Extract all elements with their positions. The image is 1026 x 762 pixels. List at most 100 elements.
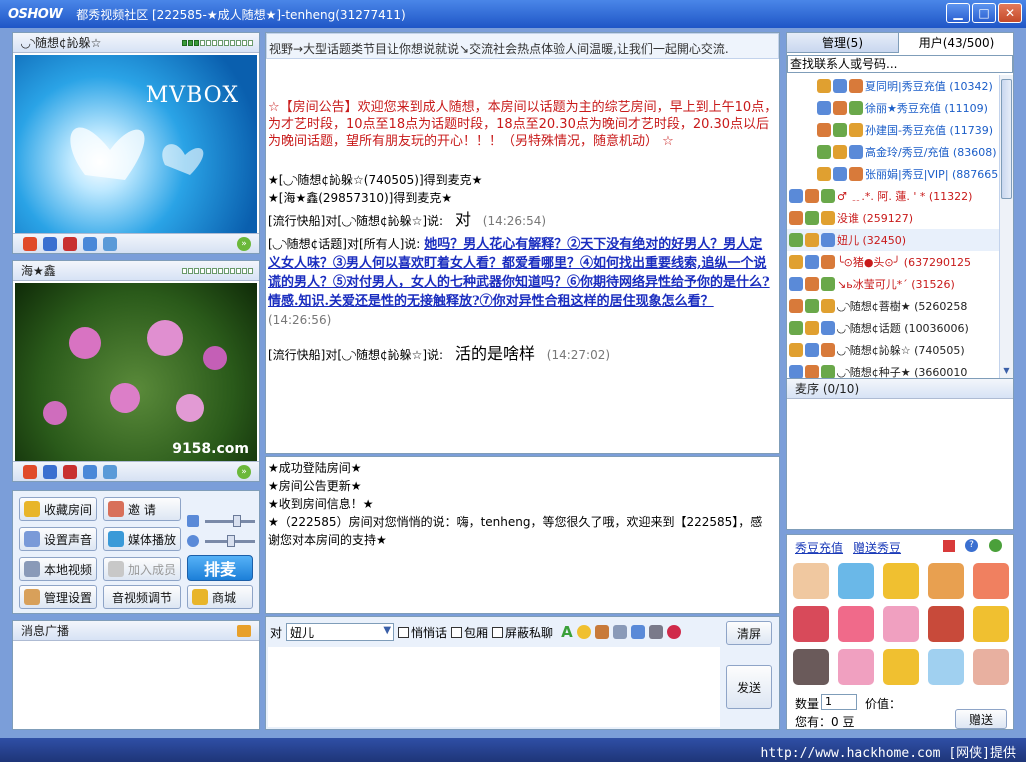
contact-icon[interactable] (630, 625, 645, 639)
help-icon[interactable]: ? (965, 539, 978, 552)
gift-item[interactable] (793, 649, 829, 685)
video-1-screen[interactable]: MVBOX (15, 55, 257, 233)
user-list-item[interactable]: ◟◞◝随想¢訫躲☆ (740505) (787, 339, 999, 361)
go-arrow-icon[interactable]: » (237, 465, 251, 479)
emoji-icon[interactable] (576, 625, 591, 639)
gift-item[interactable] (928, 563, 964, 599)
gift-item[interactable] (838, 606, 874, 642)
user-list-item[interactable]: 没谁 (259127) (787, 207, 999, 229)
camera-icon[interactable] (63, 236, 77, 251)
monitor-icon[interactable] (83, 464, 97, 479)
stamp-icon[interactable] (666, 625, 681, 639)
user-list-item[interactable]: 徐丽★秀豆充值 (11109) (787, 97, 999, 119)
local-video-button[interactable]: 本地视频 (19, 557, 97, 581)
minimize-button[interactable]: ▁ (946, 3, 970, 23)
user-name: ◟◞◝随想¢訫躲☆ (740505) (837, 344, 965, 357)
mic-line: ★[◟◞◝随想¢訫躲☆(740505)]得到麦克★ (268, 173, 483, 187)
gift-item[interactable] (883, 563, 919, 599)
user-list-item[interactable]: ♂ ﹎.*. 阿. 蓮. ' * (11322) (787, 185, 999, 207)
user-list-item[interactable]: 高金玲/秀豆/充值 (83608) (787, 141, 999, 163)
recharge-link[interactable]: 秀豆充值 (795, 539, 843, 556)
search-input[interactable]: 查找联系人或号码... (787, 55, 1013, 73)
whisper-checkbox[interactable]: 悄悄话 (398, 624, 447, 641)
gift-item[interactable] (973, 563, 1009, 599)
status-icon (805, 277, 819, 291)
user-list-item[interactable]: ↘ь冰莹可儿*ˊ (31526) (787, 273, 999, 295)
camera-icon[interactable] (63, 464, 77, 479)
maximize-button[interactable]: □ (972, 3, 996, 23)
group-icon[interactable] (612, 625, 627, 639)
gift-item[interactable] (883, 649, 919, 685)
user-list-scrollbar[interactable]: ▼ (999, 75, 1013, 379)
invite-button[interactable]: 邀 请 (103, 497, 181, 521)
mall-button[interactable]: 商城 (187, 585, 253, 609)
video-panel-2: 海★鑫 9158.com » (12, 260, 260, 482)
volume-slider[interactable] (205, 515, 255, 527)
gift-item[interactable] (973, 649, 1009, 685)
user-list-item[interactable]: 张丽娟|秀豆|VIP| (887665) (787, 163, 999, 185)
monitor-icon[interactable] (83, 236, 97, 251)
gift-item[interactable] (928, 649, 964, 685)
avatar-icon (821, 277, 835, 291)
mic-volume-slider[interactable] (205, 535, 255, 547)
queue-mic-button[interactable]: 排麦 (187, 555, 253, 581)
tab-users[interactable]: 用户(43/500) (900, 33, 1013, 53)
tab-admin[interactable]: 管理(5) (787, 33, 899, 53)
user-list-item[interactable]: 孙建国-秀豆充值 (11739) (787, 119, 999, 141)
action-icon[interactable] (594, 625, 609, 639)
mic-icon[interactable] (43, 464, 57, 479)
user-list-item[interactable]: 夏同明|秀豆充值 (10342) (787, 75, 999, 97)
gamepad-icon[interactable] (648, 625, 663, 639)
av-adjust-button[interactable]: 音视频调节 (103, 585, 181, 609)
gift-link[interactable]: 赠送秀豆 (853, 539, 901, 556)
status-icon (833, 79, 847, 93)
flower-icon[interactable] (23, 236, 37, 251)
admin-icon (24, 589, 40, 605)
join-member-button[interactable]: 加入成员 (103, 557, 181, 581)
window-icon[interactable] (103, 236, 117, 251)
block-private-checkbox[interactable]: 屏蔽私聊 (492, 624, 553, 641)
target-select[interactable]: 妞儿 ▼ (286, 623, 395, 641)
message-input[interactable] (268, 647, 720, 727)
horn-icon[interactable] (237, 625, 251, 637)
avatar-icon (821, 299, 835, 313)
gift-item[interactable] (793, 606, 829, 642)
flower-icon[interactable] (23, 464, 37, 479)
gift-item[interactable] (928, 606, 964, 642)
chat-panel: 视野→大型话题类节目让你想说就说↘交流社会热点体验人间温暖,让我们一起開心交流.… (265, 32, 780, 454)
broadcast-header: 消息广播 (13, 621, 259, 641)
gift-item[interactable] (883, 606, 919, 642)
vip-icon (817, 145, 831, 159)
vip-icon (789, 321, 803, 335)
user-list-item[interactable]: ╰⊙猪●头⊙╯ (637290125 (787, 251, 999, 273)
quantity-stepper[interactable]: 1 (821, 694, 857, 710)
mic-icon[interactable] (43, 236, 57, 251)
gift-item[interactable] (838, 649, 874, 685)
media-play-button[interactable]: 媒体播放 (103, 527, 181, 551)
window-icon[interactable] (103, 464, 117, 479)
gift-item[interactable] (793, 563, 829, 599)
refresh-icon[interactable] (989, 539, 1002, 552)
clear-screen-button[interactable]: 清屏 (726, 621, 772, 645)
manage-settings-button[interactable]: 管理设置 (19, 585, 97, 609)
user-list-item[interactable]: 妞儿 (32450) (787, 229, 999, 251)
avatar-icon (821, 321, 835, 335)
wrap-checkbox[interactable]: 包厢 (451, 624, 488, 641)
vip-icon (789, 343, 803, 357)
gift-item[interactable] (838, 563, 874, 599)
gift-item[interactable] (973, 606, 1009, 642)
video-2-screen[interactable]: 9158.com (15, 283, 257, 461)
status-icon (805, 321, 819, 335)
sound-settings-button[interactable]: 设置声音 (19, 527, 97, 551)
send-button[interactable]: 发送 (726, 665, 772, 709)
font-icon[interactable]: A (561, 623, 573, 641)
close-button[interactable]: ✕ (998, 3, 1022, 23)
go-arrow-icon[interactable]: » (237, 237, 251, 251)
user-list-item[interactable]: ◟◞◝随想¢菩樹★ (5260258 (787, 295, 999, 317)
user-list-item[interactable]: ◟◞◝随想¢话题 (10036006) (787, 317, 999, 339)
user-name: ◟◞◝随想¢话题 (10036006) (837, 322, 969, 335)
favorite-room-button[interactable]: 收藏房间 (19, 497, 97, 521)
give-button[interactable]: 赠送 (955, 709, 1007, 729)
chat-message: [流行快船]对[◟◞◝随想¢訫躲☆]说: 活的是啥样 (14:27:02) (268, 344, 611, 363)
gift-box-icon[interactable] (943, 540, 955, 552)
